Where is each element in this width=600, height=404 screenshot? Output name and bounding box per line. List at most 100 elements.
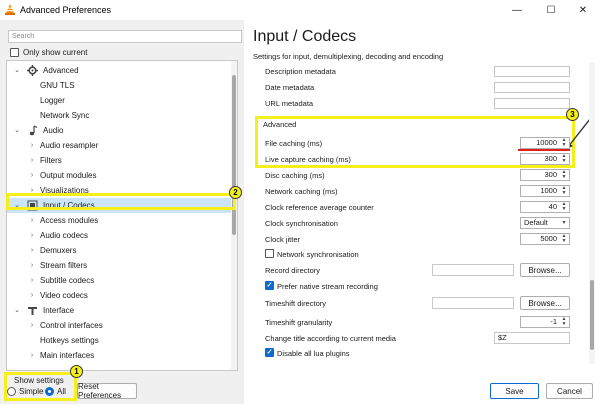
all-radio[interactable] — [45, 387, 54, 396]
spin-arrows-icon[interactable]: ▲ ▼ — [560, 154, 568, 164]
timeshift-granularity-label: Timeshift granularity — [265, 318, 333, 327]
description-metadata-label: Description metadata — [265, 67, 336, 76]
maximize-button[interactable]: ☐ — [534, 0, 568, 20]
interface-icon — [27, 305, 38, 316]
reset-preferences-button[interactable]: Reset Preferences — [77, 382, 137, 400]
clock-reference-spinbox[interactable]: 40 ▲ ▼ — [520, 201, 570, 213]
only-show-current-checkbox[interactable] — [10, 48, 19, 57]
simple-radio[interactable] — [7, 387, 16, 396]
spin-arrows-icon[interactable]: ▲ ▼ — [560, 170, 568, 180]
tree-item[interactable]: › Filters — [7, 153, 237, 168]
tree-item-label: Subtitle codecs — [40, 276, 95, 285]
show-settings-label: Show settings — [14, 376, 64, 385]
network-caching-spinbox[interactable]: 1000 ▲ ▼ — [520, 185, 570, 197]
tree-item[interactable]: › Audio codecs — [7, 228, 237, 243]
close-icon: ✕ — [578, 4, 588, 16]
chevron-right-icon[interactable]: › — [27, 318, 37, 333]
cancel-button[interactable]: Cancel — [546, 383, 593, 399]
clock-sync-select[interactable]: Default ▾ — [520, 217, 570, 229]
tree-item-label: Stream filters — [40, 261, 88, 270]
chevron-right-icon[interactable]: › — [27, 273, 37, 288]
tree-item[interactable]: ⌄ Audio — [7, 123, 237, 138]
timeshift-granularity-spinbox[interactable]: -1 ▲ ▼ — [520, 316, 570, 328]
change-title-input[interactable]: $Z — [494, 332, 570, 344]
change-title-label: Change title according to current media — [265, 334, 396, 343]
chevron-right-icon[interactable]: › — [27, 228, 37, 243]
tree-item[interactable]: › Video codecs — [7, 288, 237, 303]
chevron-right-icon[interactable]: › — [27, 243, 37, 258]
all-label: All — [57, 387, 66, 396]
spin-arrows-icon[interactable]: ▲ ▼ — [560, 138, 568, 148]
gear-icon — [27, 65, 38, 76]
page-title: Input / Codecs — [253, 28, 357, 45]
prefer-native-label: Prefer native stream recording — [277, 282, 378, 291]
network-caching-value: 1000 — [540, 186, 557, 195]
disc-caching-label: Disc caching (ms) — [265, 171, 325, 180]
timeshift-granularity-value: -1 — [550, 317, 557, 326]
tree-item[interactable]: › Demuxers — [7, 243, 237, 258]
record-browse-button[interactable]: Browse... — [520, 263, 570, 277]
file-caching-label: File caching (ms) — [265, 139, 323, 148]
live-capture-caching-label: Live capture caching (ms) — [265, 155, 351, 164]
chevron-right-icon[interactable]: › — [27, 153, 37, 168]
close-window-button[interactable]: ✕ — [566, 0, 600, 20]
network-caching-label: Network caching (ms) — [265, 187, 338, 196]
callout-1: 1 — [70, 365, 83, 378]
tree-item[interactable]: › Subtitle codecs — [7, 273, 237, 288]
tree-item[interactable]: › Output modules — [7, 168, 237, 183]
tree-item[interactable]: ⌄ Advanced — [7, 63, 237, 78]
tree-item-label: Filters — [40, 156, 62, 165]
chevron-right-icon[interactable]: › — [27, 213, 37, 228]
save-button[interactable]: Save — [490, 383, 539, 399]
tree-item-label: Demuxers — [40, 246, 77, 255]
tree-scrollbar-thumb[interactable] — [232, 75, 236, 235]
chevron-down-icon[interactable]: ⌄ — [12, 63, 22, 78]
timeshift-directory-input[interactable] — [432, 297, 514, 309]
clock-jitter-spinbox[interactable]: 5000 ▲ ▼ — [520, 233, 570, 245]
description-metadata-input[interactable] — [494, 66, 570, 77]
disable-lua-checkbox[interactable]: ✓ — [265, 348, 274, 357]
spin-arrows-icon[interactable]: ▲ ▼ — [560, 317, 568, 327]
minimize-button[interactable]: — — [500, 0, 534, 20]
chevron-right-icon[interactable]: › — [27, 348, 37, 363]
url-metadata-input[interactable] — [494, 98, 570, 109]
tree-item[interactable]: Logger — [7, 93, 237, 108]
tree-item[interactable]: › Audio resampler — [7, 138, 237, 153]
tree-item[interactable]: › Control interfaces — [7, 318, 237, 333]
record-directory-input[interactable] — [432, 264, 514, 276]
chevron-down-icon[interactable]: ⌄ — [12, 123, 22, 138]
tree-item-label: Video codecs — [40, 291, 88, 300]
spin-arrows-icon[interactable]: ▲ ▼ — [560, 234, 568, 244]
tree-item[interactable]: ⌄ Interface — [7, 303, 237, 318]
tree-item-label: Advanced — [43, 66, 79, 75]
clock-sync-label: Clock synchronisation — [265, 219, 338, 228]
file-caching-value: 10000 — [536, 138, 557, 147]
live-capture-caching-spinbox[interactable]: 300 ▲ ▼ — [520, 153, 570, 165]
network-sync-checkbox[interactable] — [265, 249, 274, 258]
tree-item[interactable]: › Access modules — [7, 213, 237, 228]
chevron-right-icon[interactable]: › — [27, 258, 37, 273]
tree-item-label: Logger — [40, 96, 65, 105]
chevron-down-icon: ▾ — [562, 220, 566, 226]
tree-item[interactable]: › Main interfaces — [7, 348, 237, 363]
spin-arrows-icon[interactable]: ▲ ▼ — [560, 186, 568, 196]
search-input[interactable]: Search — [8, 30, 242, 43]
tree-item[interactable]: Hotkeys settings — [7, 333, 237, 348]
callout-2: 2 — [229, 186, 242, 199]
file-caching-spinbox[interactable]: 10000 ▲ ▼ — [520, 137, 570, 149]
prefer-native-checkbox[interactable]: ✓ — [265, 281, 274, 290]
date-metadata-input[interactable] — [494, 82, 570, 93]
spin-arrows-icon[interactable]: ▲ ▼ — [560, 202, 568, 212]
disc-caching-spinbox[interactable]: 300 ▲ ▼ — [520, 169, 570, 181]
tree-item-label: Audio resampler — [40, 141, 99, 150]
tree-item-label: Audio — [43, 126, 64, 135]
chevron-down-icon[interactable]: ⌄ — [12, 303, 22, 318]
tree-item[interactable]: › Stream filters — [7, 258, 237, 273]
chevron-right-icon[interactable]: › — [27, 168, 37, 183]
timeshift-browse-button[interactable]: Browse... — [520, 296, 570, 310]
tree-item[interactable]: Network Sync — [7, 108, 237, 123]
settings-scrollbar-thumb[interactable] — [590, 280, 594, 350]
chevron-right-icon[interactable]: › — [27, 288, 37, 303]
chevron-right-icon[interactable]: › — [27, 138, 37, 153]
tree-item[interactable]: GNU TLS — [7, 78, 237, 93]
